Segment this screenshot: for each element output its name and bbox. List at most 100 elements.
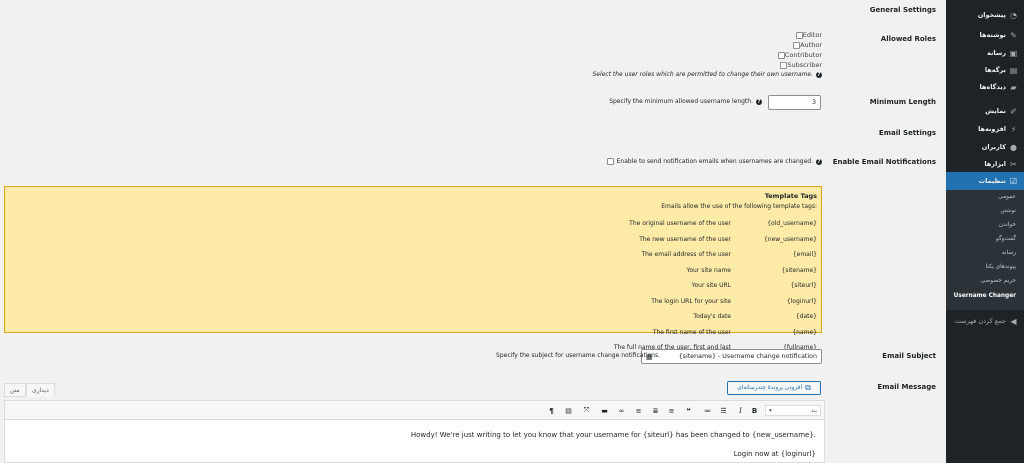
align-left-icon[interactable]: ≡ (633, 405, 644, 416)
pages-icon: ▤ (1009, 65, 1018, 75)
role-subscriber-checkbox[interactable] (780, 61, 788, 69)
role-editor-label: Editor (802, 31, 822, 39)
sidebar-item-tools[interactable]: ✂ ابزارها (946, 155, 1024, 173)
email-subject-value: {sitename} - Username change notificatio… (678, 353, 817, 360)
email-notifications-row[interactable]: Enable to send notification emails when … (604, 158, 822, 165)
sidebar-item-label: نوشته‌ها (979, 31, 1006, 39)
template-tag-code: {sitename} (781, 266, 818, 274)
sidebar-item-settings[interactable]: ☑ تنظیمات (941, 172, 1024, 190)
comments-icon: ▰ (1010, 82, 1017, 92)
sidebar-item-pages[interactable]: ▤ برگه‌ها (946, 61, 1024, 79)
add-media-button[interactable]: افزودن پروندهٔ چندرسانه‌ای ⧉ (727, 381, 821, 395)
submenu-item[interactable]: خواندن (946, 222, 1024, 228)
sidebar-item-label: نمایش (985, 107, 1006, 115)
template-tags-title: Template Tags (764, 192, 817, 200)
role-editor-checkbox[interactable] (795, 31, 803, 39)
admin-sidebar: ◔ پیشخوان ✎ نوشته‌ها ▣ رسانه ▤ برگه‌ها ▰ دیدگاه‌ه… (941, 0, 1024, 463)
collapse-menu-button[interactable]: ◀ جمع کردن فهرست (946, 312, 1024, 330)
tab-visual[interactable]: دیداری (26, 383, 55, 397)
sidebar-item-appearance[interactable]: ✐ نمایش (946, 102, 1024, 120)
toolbar-toggle-icon[interactable]: ▤ (563, 405, 574, 416)
submenu-item[interactable]: نوشتن (946, 208, 1024, 214)
minimum-length-input[interactable]: 3 (768, 95, 821, 110)
add-media-label: افزودن پروندهٔ چندرسانه‌ای (737, 385, 803, 391)
submenu-item[interactable]: رسانه (946, 250, 1024, 256)
template-tag-description: The email address of the user (641, 251, 731, 258)
sidebar-item-plugins[interactable]: ⚡ افزونه‌ها (946, 120, 1024, 138)
sidebar-item-dashboard[interactable]: ◔ پیشخوان (946, 6, 1024, 24)
align-center-icon[interactable]: ≣ (650, 405, 661, 416)
template-tag-code: {name} (792, 328, 817, 336)
read-more-icon[interactable]: ▬ (599, 405, 610, 416)
sidebar-item-label: برگه‌ها (984, 66, 1006, 74)
settings-submenu: عمومی نوشتن خواندن گفت‌وگو رسانه پیوندهای یکت… (946, 190, 1024, 310)
role-editor-row[interactable]: Editor (792, 31, 822, 39)
sidebar-item-label: تنظیمات (978, 177, 1006, 185)
role-contributor-label: Contributor (784, 51, 822, 59)
collapse-icon: ◀ (1010, 316, 1017, 326)
tools-icon: ✂ (1010, 159, 1017, 169)
paragraph-rtl-icon[interactable]: ¶ (546, 405, 557, 416)
email-subject-description: Specify the subject for username change … (496, 352, 660, 359)
link-icon[interactable]: ∞ (616, 405, 627, 416)
users-icon: ● (1010, 142, 1017, 152)
template-tag-code: {old_username} (767, 220, 817, 227)
template-tags-box: Template Tags Emails allow the use of th… (4, 186, 822, 351)
role-author-row[interactable]: Author (789, 41, 822, 49)
blockquote-icon[interactable]: ❝ (683, 405, 694, 416)
bold-button[interactable]: B (749, 405, 760, 416)
role-contributor-row[interactable]: Contributor (774, 51, 822, 59)
sidebar-item-comments[interactable]: ▰ دیدگاه‌ها (946, 78, 1024, 96)
template-tag-code: {email} (792, 251, 817, 258)
minimum-length-description-text: Specify the minimum allowed username len… (609, 98, 753, 105)
template-tags-subtitle: Emails allow the use of the following te… (661, 203, 817, 210)
submenu-item[interactable]: گفت‌وگو (946, 236, 1024, 242)
submenu-item[interactable]: پیوندهای یکتا (946, 264, 1024, 270)
template-tag-description: The original username of the user (629, 220, 731, 227)
role-subscriber-label: Subscriber (787, 61, 822, 69)
allowed-roles-label: Allowed Roles (880, 35, 936, 43)
template-tag-code: {new_username} (763, 235, 817, 243)
submenu-item[interactable]: Username Changer (946, 293, 1024, 299)
email-notifications-checkbox[interactable] (606, 158, 614, 165)
submenu-item[interactable]: حریم خصوصی (946, 278, 1024, 284)
sidebar-item-users[interactable]: ● کاربران (946, 138, 1024, 156)
email-notifications-description: Enable to send notification emails when … (616, 158, 813, 165)
media-icon: ▣ (1009, 48, 1018, 58)
sidebar-item-label: افزونه‌ها (978, 125, 1006, 133)
template-tag-description: The first name of the user (652, 328, 731, 336)
email-message-label: Email Message (877, 383, 936, 391)
sidebar-item-media[interactable]: ▣ رسانه (946, 44, 1024, 62)
collapse-menu-label: جمع کردن فهرست (954, 317, 1006, 325)
sidebar-item-posts[interactable]: ✎ نوشته‌ها (946, 26, 1024, 44)
fullscreen-icon[interactable]: ⤧ (581, 405, 592, 416)
settings-icon: ☑ (1009, 176, 1018, 186)
general-settings-heading: General Settings (869, 6, 936, 14)
template-tag-code: {date} (795, 313, 817, 320)
email-subject-label: Email Subject (882, 352, 936, 360)
numbered-list-icon[interactable]: ≔ (702, 405, 713, 416)
format-value: بند (810, 407, 817, 414)
tab-text[interactable]: متن (4, 383, 26, 397)
sidebar-item-label: پیشخوان (977, 11, 1006, 19)
role-contributor-checkbox[interactable] (777, 51, 785, 59)
chevron-down-icon: ▾ (769, 407, 772, 414)
help-icon[interactable]: ? (816, 158, 822, 165)
bulleted-list-icon[interactable]: ☰ (718, 405, 729, 416)
help-icon[interactable]: ? (816, 71, 822, 78)
help-icon[interactable]: ? (756, 98, 762, 105)
role-author-checkbox[interactable] (793, 41, 801, 49)
align-right-icon[interactable]: ≡ (666, 405, 677, 416)
submenu-item[interactable]: عمومی (946, 194, 1024, 200)
posts-icon: ✎ (1010, 30, 1017, 40)
italic-button[interactable]: I (735, 405, 746, 416)
role-subscriber-row[interactable]: Subscriber (776, 61, 822, 69)
editor-line-2: Login now at {loginurl} (733, 450, 816, 458)
template-tag-description: Your site name (686, 266, 731, 274)
role-author-label: Author (800, 41, 822, 49)
paragraph-format-select[interactable]: ▾ بند (765, 405, 821, 416)
template-tag-code: {siteurl} (790, 282, 817, 289)
email-message-editor[interactable]: Howdy! We're just writing to let you kno… (4, 420, 825, 463)
email-subject-input[interactable]: ▦ {sitename} - Username change notificat… (641, 349, 822, 364)
appearance-icon: ✐ (1010, 106, 1017, 116)
